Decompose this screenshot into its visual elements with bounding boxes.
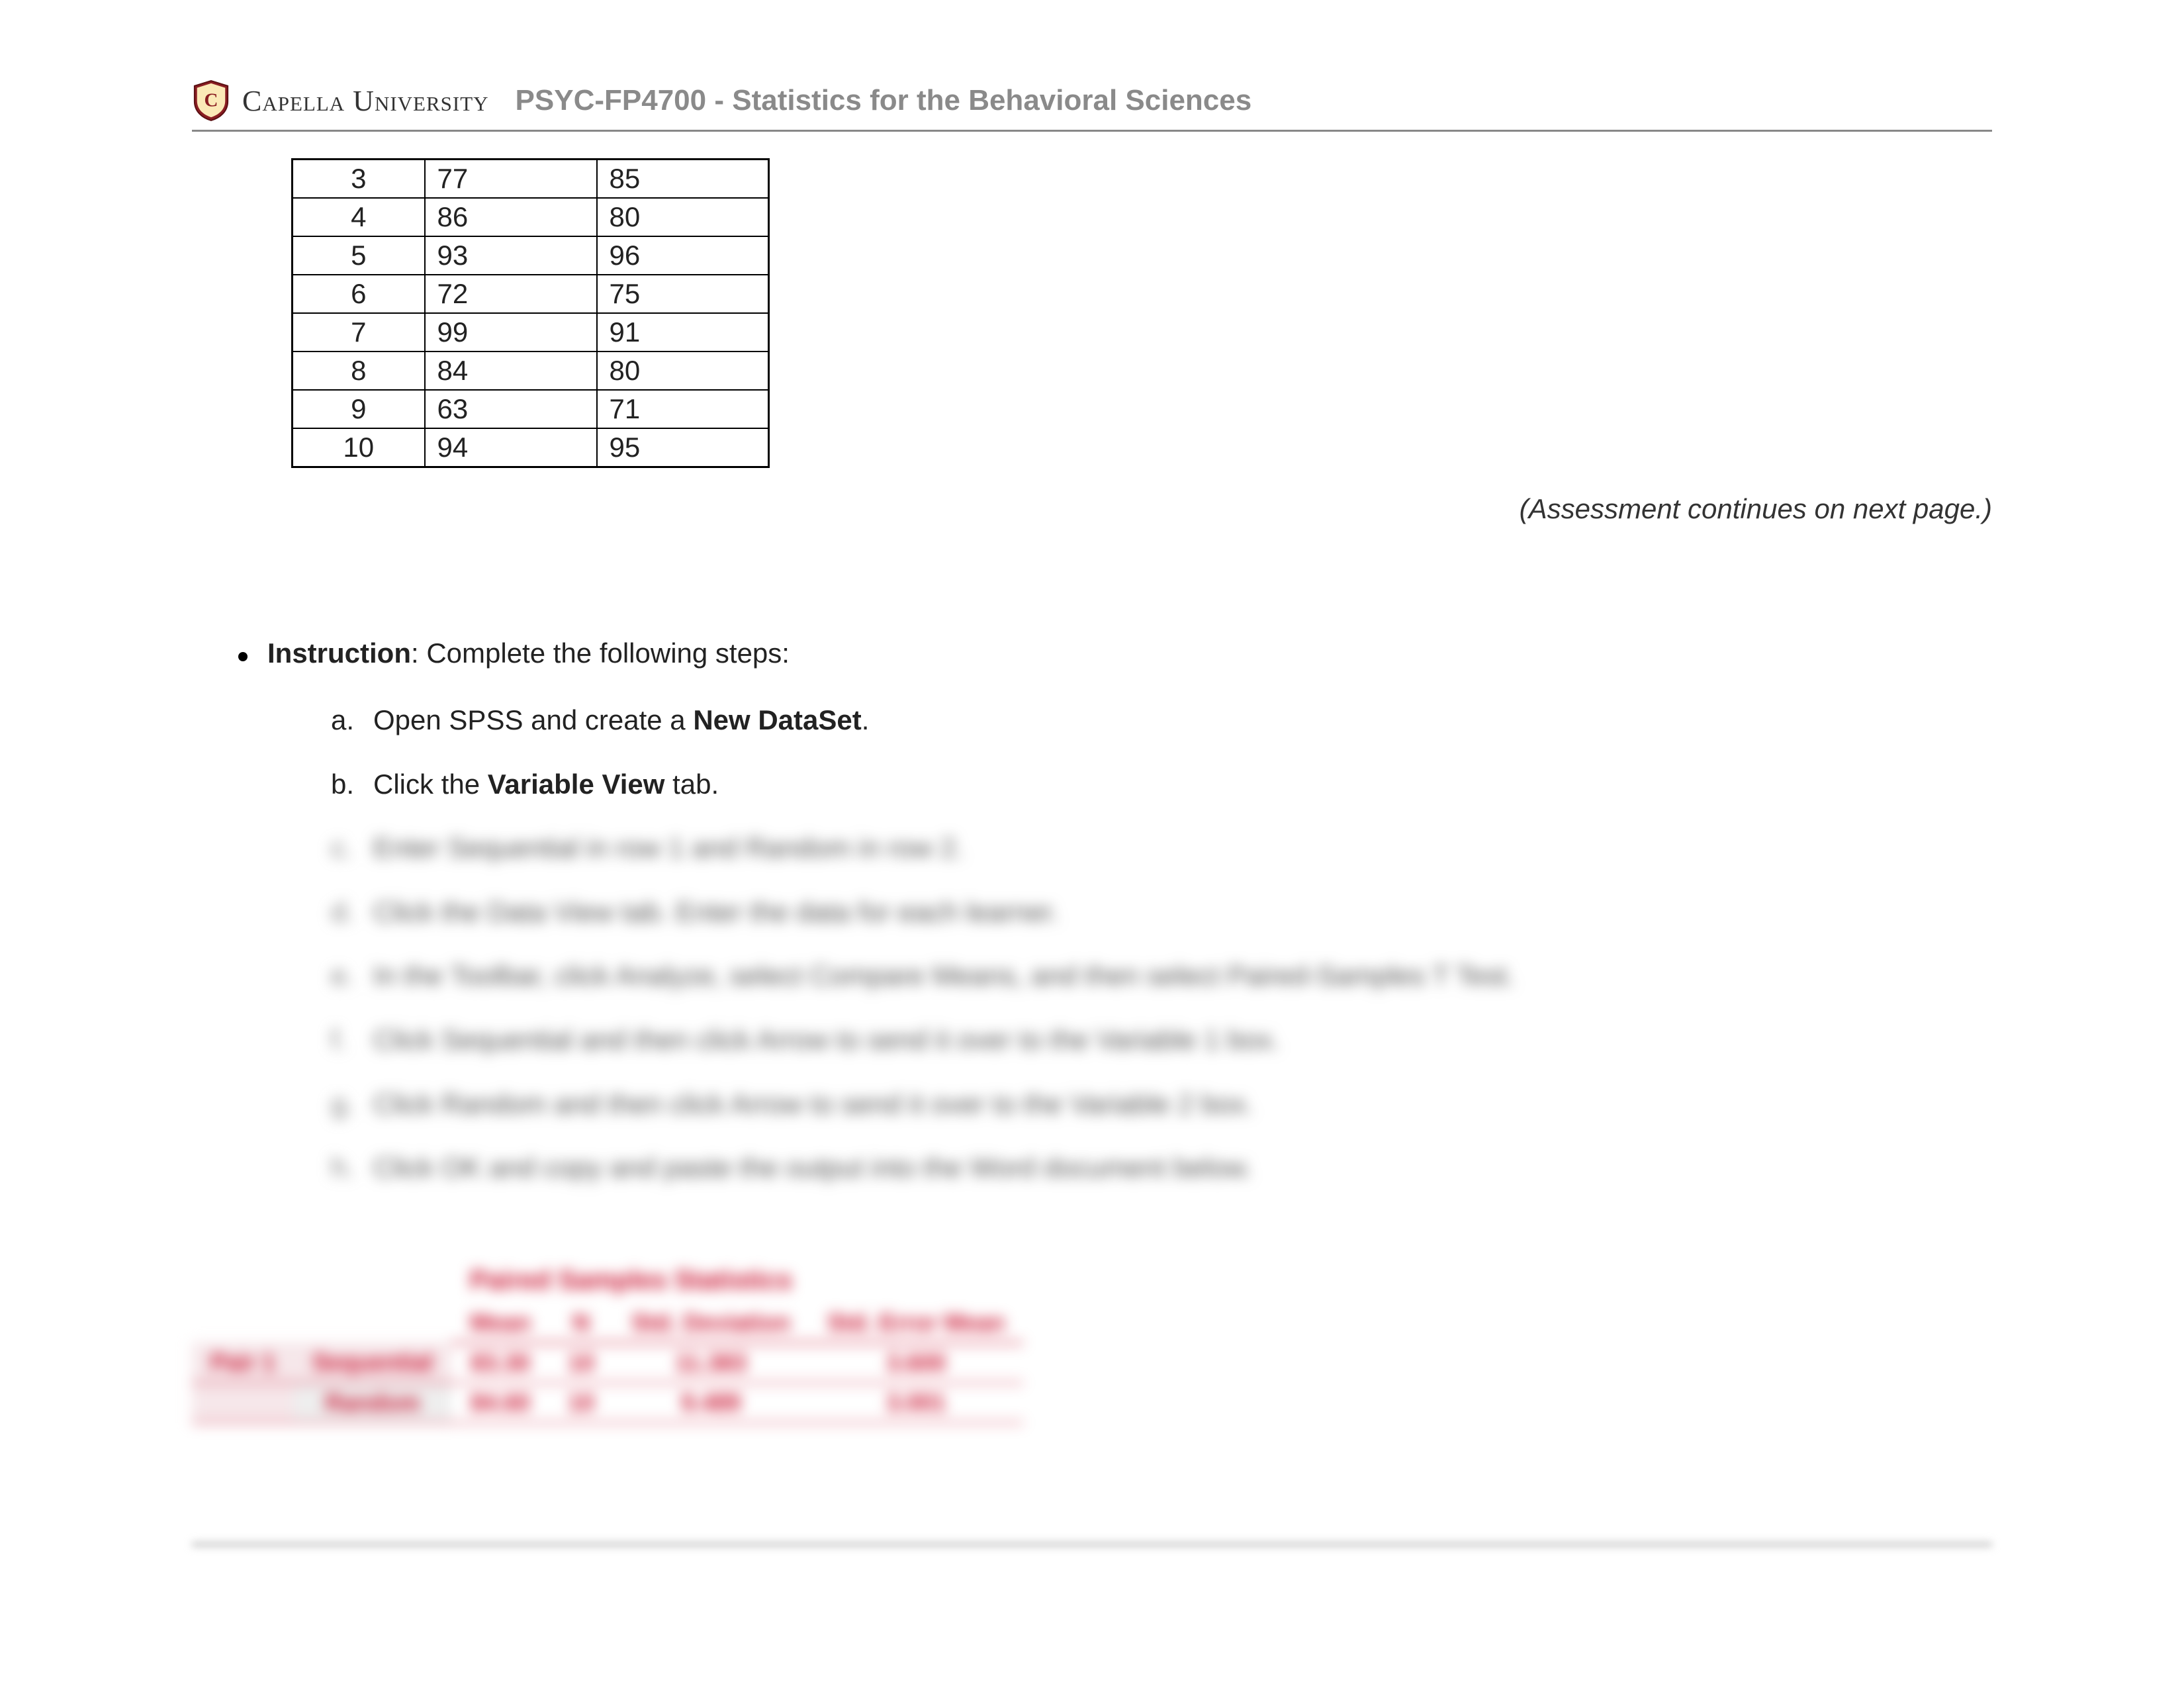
ps-sd: 9.489 — [613, 1383, 809, 1423]
table-row: 7 99 91 — [293, 313, 769, 352]
cell-a: 63 — [425, 390, 597, 428]
ps-se: 3.001 — [809, 1383, 1023, 1423]
cell-a: 84 — [425, 352, 597, 390]
ps-row: Pair 1 Sequential 83.30 10 11.383 3.600 — [192, 1342, 1023, 1383]
table-row: 10 94 95 — [293, 428, 769, 467]
instructions-section: Instruction: Complete the following step… — [238, 637, 1992, 1186]
cell-b: 85 — [597, 160, 769, 199]
step-letter: g. — [331, 1086, 357, 1123]
step-f: f. Click Sequential and then click Arrow… — [331, 1022, 1992, 1058]
step-b: b. Click the Variable View tab. — [331, 767, 1992, 803]
page-continuation-note: (Assessment continues on next page.) — [192, 493, 1992, 525]
step-post: . — [862, 704, 870, 735]
step-h: h. Click OK and copy and paste the outpu… — [331, 1150, 1992, 1186]
step-text: Open SPSS and create a New DataSet. — [373, 702, 869, 739]
ps-n: 10 — [549, 1342, 613, 1383]
cell-b: 80 — [597, 352, 769, 390]
cell-n: 10 — [293, 428, 425, 467]
table-row: 8 84 80 — [293, 352, 769, 390]
step-text: In the Toolbar, click Analyze, select Co… — [373, 958, 1514, 994]
cell-n: 9 — [293, 390, 425, 428]
ps-head-n: N — [549, 1303, 613, 1343]
step-c: c. Enter Sequential in row 1 and Random … — [331, 830, 1992, 867]
step-e: e. In the Toolbar, click Analyze, select… — [331, 958, 1992, 994]
paired-samples-block: Paired Samples Statistics Mean N Std. De… — [192, 1266, 1992, 1423]
cell-n: 3 — [293, 160, 425, 199]
cell-b: 96 — [597, 236, 769, 275]
cell-b: 95 — [597, 428, 769, 467]
cell-a: 94 — [425, 428, 597, 467]
cell-n: 8 — [293, 352, 425, 390]
cell-a: 86 — [425, 198, 597, 236]
step-g: g. Click Random and then click Arrow to … — [331, 1086, 1992, 1123]
cell-n: 6 — [293, 275, 425, 313]
ps-head-se: Std. Error Mean — [809, 1303, 1023, 1343]
step-pre: Click the — [373, 769, 488, 800]
cell-a: 93 — [425, 236, 597, 275]
university-name: Capella University — [242, 84, 489, 118]
step-text: Enter Sequential in row 1 and Random in … — [373, 830, 964, 867]
table-row: 3 77 85 — [293, 160, 769, 199]
ps-head-mean: Mean — [451, 1303, 549, 1343]
step-letter: h. — [331, 1150, 357, 1186]
step-letter: e. — [331, 958, 357, 994]
instruction-bullet: Instruction: Complete the following step… — [238, 637, 1992, 669]
bullet-icon — [238, 652, 248, 661]
step-bold: Variable View — [488, 769, 665, 800]
step-letter: c. — [331, 830, 357, 867]
ps-pair-label: Pair 1 — [192, 1342, 294, 1383]
ps-sd: 11.383 — [613, 1342, 809, 1383]
ps-n: 10 — [549, 1383, 613, 1423]
cell-b: 71 — [597, 390, 769, 428]
paired-samples-title: Paired Samples Statistics — [470, 1266, 1992, 1295]
cell-n: 7 — [293, 313, 425, 352]
table-row: 9 63 71 — [293, 390, 769, 428]
footer-divider — [192, 1542, 1992, 1546]
instruction-label: Instruction — [267, 637, 411, 669]
step-text: Click Sequential and then click Arrow to… — [373, 1022, 1280, 1058]
step-letter: d. — [331, 894, 357, 931]
cell-a: 99 — [425, 313, 597, 352]
step-a: a. Open SPSS and create a New DataSet. — [331, 702, 1992, 739]
step-d: d. Click the Data View tab. Enter the da… — [331, 894, 1992, 931]
step-letter: b. — [331, 767, 357, 803]
cell-a: 77 — [425, 160, 597, 199]
step-text: Click Random and then click Arrow to sen… — [373, 1086, 1253, 1123]
ps-row: Random 84.60 10 9.489 3.001 — [192, 1383, 1023, 1423]
ps-row-name: Sequential — [294, 1342, 451, 1383]
table-row: 6 72 75 — [293, 275, 769, 313]
step-letter: f. — [331, 1022, 357, 1058]
svg-text:C: C — [205, 90, 218, 111]
ps-se: 3.600 — [809, 1342, 1023, 1383]
ps-head-sd: Std. Deviation — [613, 1303, 809, 1343]
ps-row-name: Random — [294, 1383, 451, 1423]
step-post: tab. — [664, 769, 719, 800]
cell-b: 75 — [597, 275, 769, 313]
university-logo-block: C Capella University — [192, 79, 489, 122]
table-row: 4 86 80 — [293, 198, 769, 236]
step-pre: Open SPSS and create a — [373, 704, 693, 735]
ps-mean: 84.60 — [451, 1383, 549, 1423]
page-header: C Capella University PSYC-FP4700 - Stati… — [192, 79, 1992, 132]
step-text: Click the Variable View tab. — [373, 767, 719, 803]
ps-mean: 83.30 — [451, 1342, 549, 1383]
table-row: 5 93 96 — [293, 236, 769, 275]
step-text: Click the Data View tab. Enter the data … — [373, 894, 1059, 931]
paired-samples-table: Mean N Std. Deviation Std. Error Mean Pa… — [192, 1303, 1023, 1423]
course-title: PSYC-FP4700 - Statistics for the Behavio… — [516, 84, 1252, 117]
step-text: Click OK and copy and paste the output i… — [373, 1150, 1252, 1186]
cell-n: 4 — [293, 198, 425, 236]
cell-n: 5 — [293, 236, 425, 275]
data-table-wrap: 3 77 85 4 86 80 5 93 96 6 72 75 — [291, 158, 1992, 468]
cell-a: 72 — [425, 275, 597, 313]
cell-b: 80 — [597, 198, 769, 236]
data-table: 3 77 85 4 86 80 5 93 96 6 72 75 — [291, 158, 770, 468]
instruction-lead: : Complete the following steps: — [411, 637, 790, 669]
step-letter: a. — [331, 702, 357, 739]
cell-b: 91 — [597, 313, 769, 352]
step-list: a. Open SPSS and create a New DataSet. b… — [331, 702, 1992, 1186]
step-bold: New DataSet — [693, 704, 861, 735]
shield-icon: C — [192, 79, 230, 122]
